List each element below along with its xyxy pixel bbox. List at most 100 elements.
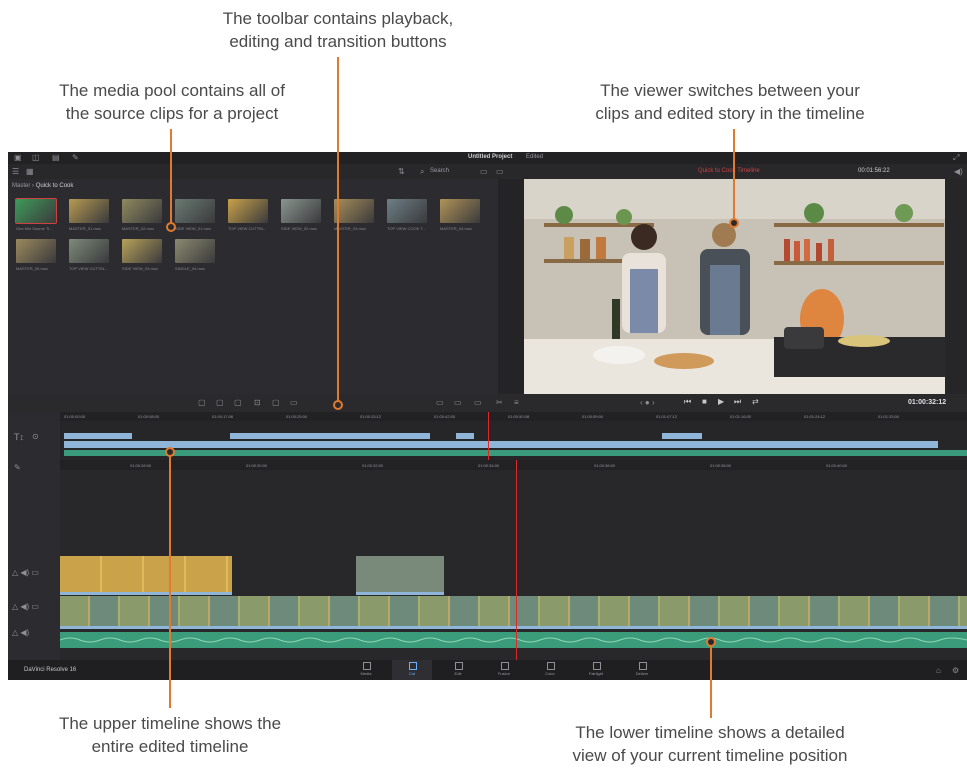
upper-playhead[interactable] [488, 412, 489, 460]
smart-insert-icon[interactable]: ▢ [216, 398, 224, 407]
clip-label: TOP VIEW CUTTIN... [228, 226, 267, 231]
toolbar: ▢ ▢ ▢ ⊡ ▢ ▭ ▭ ▭ ▭ ✂ ≡ ‹ ● › ⏮ ■ ▶ ⏭ ⇄ 01… [8, 394, 967, 412]
track-tools-icon[interactable]: T↕ [14, 432, 24, 442]
clip-thumbnail[interactable] [15, 198, 57, 224]
clip-thumbnail[interactable] [69, 199, 109, 223]
page-tab-fairlight[interactable]: Fairlight [576, 660, 616, 680]
ruler-label: 01:01:16:00 [730, 414, 752, 419]
upper-v2-clip[interactable] [64, 433, 132, 439]
lower-playhead[interactable] [516, 460, 517, 660]
pointer-dot-upper-timeline [165, 447, 175, 457]
page-tab-fusion[interactable]: Fusion [484, 660, 524, 680]
upper-v1-track[interactable] [64, 441, 938, 448]
lower-ruler: 01:00:28:00 01:00:30:00 01:00:32:00 01:00:3… [60, 460, 967, 470]
stop-icon[interactable]: ■ [702, 397, 707, 406]
video-track-icon[interactable]: △ ◀) ▭ [12, 568, 39, 577]
ruler-label: 01:00:40:00 [826, 463, 848, 468]
pointer-dot-media-pool [166, 222, 176, 232]
upper-a1-track[interactable] [64, 450, 967, 456]
audio-track-icon[interactable]: △ ◀) [12, 628, 29, 637]
page-tab-cut[interactable]: Cut [392, 660, 432, 680]
search-input[interactable]: Search [430, 168, 449, 174]
lower-v2-clip[interactable] [356, 556, 444, 595]
effects-icon[interactable]: ✎ [72, 153, 79, 162]
page-fusion-icon [501, 662, 509, 670]
sync-bin-icon[interactable]: ◫ [32, 153, 40, 162]
leader-toolbar [337, 57, 339, 403]
clip-thumbnail[interactable] [440, 199, 480, 223]
thumbnail-view-icon[interactable]: ▦ [26, 167, 34, 176]
lock-icon[interactable]: ⊙ [32, 432, 39, 441]
safe-area-icon[interactable]: ▢ [198, 398, 206, 407]
upper-v2-clip[interactable] [662, 433, 702, 439]
clip-thumbnail[interactable] [122, 199, 162, 223]
lower-timeline: ✎ △ ◀) ▭ △ ◀) ▭ △ ◀) 01:00:28:00 01:00:30… [8, 460, 967, 660]
page-tab-media[interactable]: Media [346, 660, 386, 680]
lower-v2-clip[interactable] [60, 556, 232, 595]
fullscreen-icon[interactable]: ⤢ [953, 153, 959, 163]
search-icon[interactable]: ⌕ [420, 167, 424, 177]
ripple-overwrite-icon[interactable]: ⊡ [254, 398, 261, 407]
upper-v2-clip[interactable] [456, 433, 474, 439]
lower-v1-track[interactable] [60, 596, 967, 629]
viewer-left-gutter [498, 179, 524, 394]
loop-playback-icon[interactable]: ⇄ [752, 397, 759, 406]
dissolve-transition-icon[interactable]: ▭ [454, 398, 462, 407]
smooth-cut-icon[interactable]: ▭ [474, 398, 482, 407]
razor-icon[interactable]: ✎ [14, 463, 21, 472]
page-tab-edit[interactable]: Edit [438, 660, 478, 680]
page-cut-icon [409, 662, 417, 670]
ruler-label: 01:00:50:08 [508, 414, 530, 419]
title-bar: ▣ ◫ ▤ ✎ Untitled Project Edited ⤢ [8, 152, 967, 164]
list-view-icon[interactable]: ☰ [12, 167, 19, 176]
audio-icon[interactable]: ◀) [954, 167, 963, 176]
clip-label: SIDE VIEW_03.mov [122, 266, 159, 271]
leader-upper-timeline [169, 452, 171, 708]
media-pool-toggle-icon[interactable]: ▣ [14, 153, 22, 162]
video-track-icon[interactable]: △ ◀) ▭ [12, 602, 39, 611]
project-title: Untitled Project [468, 154, 513, 160]
clip-thumbnail[interactable] [175, 199, 215, 223]
clip-thumbnail[interactable] [387, 199, 427, 223]
breadcrumb-bin[interactable]: Quick to Cook [36, 183, 74, 189]
page-color-icon [547, 662, 555, 670]
audio-waveform [60, 637, 967, 643]
home-icon[interactable]: ⌂ [936, 666, 941, 675]
brand-logo-text: DaVinci Resolve 16 [24, 667, 77, 673]
settings-icon[interactable]: ⚙ [952, 666, 959, 675]
ruler-label: 01:00:32:00 [362, 463, 384, 468]
cut-transition-icon[interactable]: ▭ [436, 398, 444, 407]
page-tab-deliver[interactable]: Deliver [622, 660, 662, 680]
transitions-icon[interactable]: ▤ [52, 153, 60, 162]
upper-v2-clip[interactable] [230, 433, 430, 439]
go-to-end-icon[interactable]: ⏭ [734, 397, 741, 407]
page-tab-label: Fusion [497, 671, 510, 676]
ruler-label: 01:01:24:12 [804, 414, 826, 419]
sort-icon[interactable]: ⇅ [398, 167, 405, 176]
upper-timeline: T↕ ⊙ 01:00:00:00 01:00:08:00 01:00:17:06 01… [8, 412, 967, 460]
loop-icon[interactable]: ‹ ● › [640, 398, 655, 407]
clip-thumbnail[interactable] [228, 199, 268, 223]
source-tape-icon[interactable]: ▭ [480, 167, 488, 176]
clip-label: One Min Source Ti... [16, 226, 53, 231]
clip-thumbnail[interactable] [281, 199, 321, 223]
clip-thumbnail[interactable] [334, 199, 374, 223]
clip-thumbnail[interactable] [175, 239, 215, 263]
page-tab-color[interactable]: Color [530, 660, 570, 680]
timeline-view-icon[interactable]: ▭ [496, 167, 504, 176]
clip-thumbnail[interactable] [16, 239, 56, 263]
clip-thumbnail[interactable] [69, 239, 109, 263]
breadcrumb-master[interactable]: Master [12, 183, 30, 189]
snapping-icon[interactable]: ≡ [514, 398, 519, 407]
close-up-icon[interactable]: ▢ [272, 398, 280, 407]
play-icon[interactable]: ▶ [718, 397, 724, 406]
clip-label: MASTER_05.mov [16, 266, 49, 271]
go-to-start-icon[interactable]: ⏮ [684, 397, 691, 407]
clip-label: MASTER_04.mov [440, 226, 473, 231]
split-clip-icon[interactable]: ✂ [496, 398, 503, 407]
leader-lower-timeline [710, 644, 712, 718]
append-icon[interactable]: ▢ [234, 398, 242, 407]
clip-label: MASTER_01.mov [69, 226, 102, 231]
place-on-top-icon[interactable]: ▭ [290, 398, 298, 407]
clip-thumbnail[interactable] [122, 239, 162, 263]
